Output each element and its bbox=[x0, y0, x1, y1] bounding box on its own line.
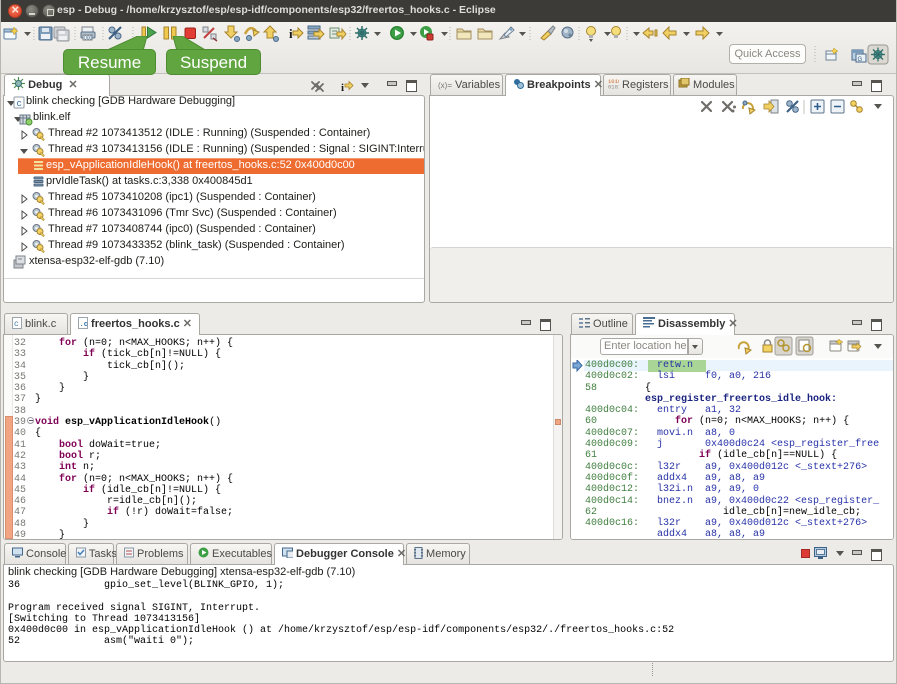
svg-text:000: 000 bbox=[84, 36, 93, 42]
svg-text:c: c bbox=[17, 99, 22, 109]
svg-text:G: G bbox=[858, 57, 863, 63]
svg-text:.c: .c bbox=[80, 321, 88, 329]
svg-text:i: i bbox=[289, 26, 293, 41]
svg-text:i: i bbox=[341, 82, 344, 94]
svg-text:c: c bbox=[14, 320, 19, 329]
svg-text:0101: 0101 bbox=[608, 84, 619, 90]
